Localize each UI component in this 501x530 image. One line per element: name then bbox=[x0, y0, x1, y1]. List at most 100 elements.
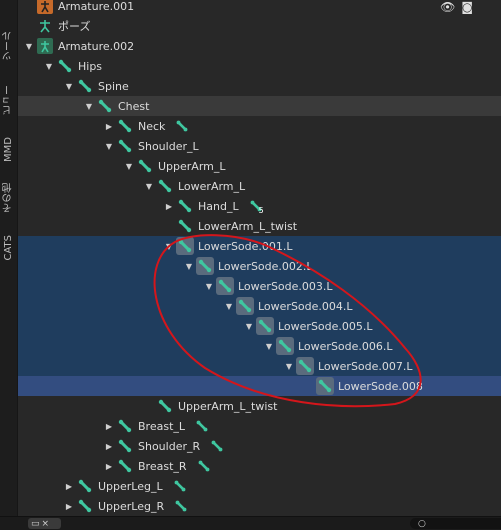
bone-icon bbox=[96, 97, 114, 115]
bone-icon bbox=[116, 457, 134, 475]
bone-icon bbox=[156, 177, 174, 195]
outliner-row[interactable]: ▼ LowerSode.004.L bbox=[18, 296, 501, 316]
outliner-row[interactable]: ▼ Hips bbox=[18, 56, 501, 76]
side-tab-cats[interactable]: CATS bbox=[0, 228, 17, 268]
child-bone-icon bbox=[174, 499, 188, 513]
expand-right-icon[interactable]: ▶ bbox=[62, 482, 76, 491]
outliner-row[interactable]: LowerArm_L_twist bbox=[18, 216, 501, 236]
expand-right-icon[interactable]: ▶ bbox=[102, 422, 116, 431]
expand-right-icon[interactable]: ▶ bbox=[102, 462, 116, 471]
outliner-row[interactable]: ▼ LowerSode.003.L bbox=[18, 276, 501, 296]
outliner-row[interactable]: Armature.001 bbox=[18, 0, 501, 16]
bone-icon bbox=[196, 257, 214, 275]
row-label: Breast_L bbox=[138, 419, 186, 433]
row-label: LowerSode.002.L bbox=[218, 259, 313, 273]
outliner-row[interactable]: ▼ LowerSode.001.L bbox=[18, 236, 501, 256]
expand-right-icon[interactable]: ▶ bbox=[162, 202, 176, 211]
outliner-row[interactable]: ▼ UpperArm_L bbox=[18, 156, 501, 176]
outliner-row[interactable]: ▼ Shoulder_L bbox=[18, 136, 501, 156]
expand-down-icon[interactable]: ▼ bbox=[282, 362, 296, 371]
row-label: LowerSode.005.L bbox=[278, 319, 373, 333]
bone-icon bbox=[236, 297, 254, 315]
side-tab-bar: ツール ビュー MMD その他 CATS bbox=[0, 0, 18, 516]
filter-dropdown[interactable]: ▭ × bbox=[28, 518, 61, 529]
child-bone-icon: 5 bbox=[249, 198, 264, 215]
expand-down-icon[interactable]: ▼ bbox=[82, 102, 96, 111]
outliner-row[interactable]: UpperArm_L_twist bbox=[18, 396, 501, 416]
expand-down-icon[interactable]: ▼ bbox=[102, 142, 116, 151]
pose-icon bbox=[36, 17, 54, 35]
search-field[interactable]: ○ bbox=[410, 518, 501, 529]
expand-down-icon[interactable]: ▼ bbox=[162, 242, 176, 251]
child-bone-icon bbox=[173, 479, 187, 493]
search-icon: ○ bbox=[418, 518, 426, 529]
child-bone-icon bbox=[197, 459, 211, 473]
bone-icon bbox=[56, 57, 74, 75]
expand-down-icon[interactable]: ▼ bbox=[122, 162, 136, 171]
outliner-row[interactable]: ▼ LowerArm_L bbox=[18, 176, 501, 196]
row-label: LowerSode.003.L bbox=[238, 279, 333, 293]
bone-icon bbox=[276, 337, 294, 355]
outliner-row[interactable]: ▼ LowerSode.005.L bbox=[18, 316, 501, 336]
row-label: Breast_R bbox=[138, 459, 187, 473]
outliner-row[interactable]: ▶ Hand_L 5 bbox=[18, 196, 501, 216]
filter-close-label: × bbox=[41, 518, 50, 529]
expand-right-icon[interactable]: ▶ bbox=[102, 442, 116, 451]
row-label: UpperArm_L bbox=[158, 159, 226, 173]
outliner-row[interactable]: ▶ UpperLeg_R bbox=[18, 496, 501, 516]
row-label: LowerArm_L_twist bbox=[198, 219, 298, 233]
outliner-row[interactable]: ▶ Neck bbox=[18, 116, 501, 136]
expand-down-icon[interactable]: ▼ bbox=[62, 82, 76, 91]
row-label: Neck bbox=[138, 119, 166, 133]
row-label: LowerSode.008 bbox=[338, 379, 423, 393]
row-label: UpperLeg_L bbox=[98, 479, 163, 493]
expand-down-icon[interactable]: ▼ bbox=[242, 322, 256, 331]
bone-icon bbox=[176, 197, 194, 215]
outliner-row[interactable]: ▼ LowerSode.006.L bbox=[18, 336, 501, 356]
outliner-row[interactable]: ▶ Breast_R bbox=[18, 456, 501, 476]
expand-down-icon[interactable]: ▼ bbox=[202, 282, 216, 291]
camera-icon[interactable]: ◙ bbox=[461, 0, 473, 14]
row-label: UpperLeg_R bbox=[98, 499, 165, 513]
outliner-row[interactable]: ▶ UpperLeg_L bbox=[18, 476, 501, 496]
child-bone-icon bbox=[195, 419, 209, 433]
visibility-controls: 👁 ◙ bbox=[440, 0, 473, 14]
row-label: Armature.001 bbox=[58, 0, 135, 13]
side-tab-mmd[interactable]: MMD bbox=[0, 128, 17, 170]
side-tab-tool[interactable]: ツール bbox=[0, 18, 17, 74]
outliner-row[interactable]: ポーズ bbox=[18, 16, 501, 36]
expand-down-icon[interactable]: ▼ bbox=[222, 302, 236, 311]
row-label: ポーズ bbox=[58, 20, 91, 33]
side-tab-other[interactable]: その他 bbox=[0, 178, 17, 218]
expand-down-icon[interactable]: ▼ bbox=[262, 342, 276, 351]
expand-down-icon[interactable]: ▼ bbox=[182, 262, 196, 271]
outliner-row[interactable]: ▶ Breast_L bbox=[18, 416, 501, 436]
row-label: Shoulder_L bbox=[138, 139, 199, 153]
outliner-row[interactable]: ▼ LowerSode.002.L bbox=[18, 256, 501, 276]
outliner-tree: Armature.001 ポーズ ▼ Armature.002 ▼ Hips ▼ Spine ▼… bbox=[18, 0, 501, 516]
row-label: Spine bbox=[98, 79, 129, 93]
bottom-bar: ▭ × ○ bbox=[0, 516, 501, 530]
bone-icon bbox=[116, 117, 134, 135]
expand-down-icon[interactable]: ▼ bbox=[42, 62, 56, 71]
row-label: LowerSode.007.L bbox=[318, 359, 413, 373]
bone-icon bbox=[116, 417, 134, 435]
outliner-row[interactable]: LowerSode.008 bbox=[18, 376, 501, 396]
expand-right-icon[interactable]: ▶ bbox=[62, 502, 76, 511]
outliner-row[interactable]: ▶ Shoulder_R bbox=[18, 436, 501, 456]
outliner-row[interactable]: ▼ Spine bbox=[18, 76, 501, 96]
expand-right-icon[interactable]: ▶ bbox=[102, 122, 116, 131]
bone-icon bbox=[76, 77, 94, 95]
outliner-row[interactable]: ▼ Armature.002 bbox=[18, 36, 501, 56]
row-label: LowerSode.006.L bbox=[298, 339, 393, 353]
expand-down-icon[interactable]: ▼ bbox=[22, 42, 36, 51]
child-bone-icon bbox=[175, 119, 189, 133]
child-count-badge: 5 bbox=[258, 205, 264, 215]
bone-icon bbox=[156, 397, 174, 415]
side-tab-view[interactable]: ビュー bbox=[0, 80, 17, 120]
expand-down-icon[interactable]: ▼ bbox=[142, 182, 156, 191]
armature-data-icon bbox=[36, 37, 54, 55]
outliner-row[interactable]: ▼ LowerSode.007.L bbox=[18, 356, 501, 376]
eye-icon[interactable]: 👁 bbox=[440, 0, 455, 14]
outliner-row[interactable]: ▼ Chest bbox=[18, 96, 501, 116]
